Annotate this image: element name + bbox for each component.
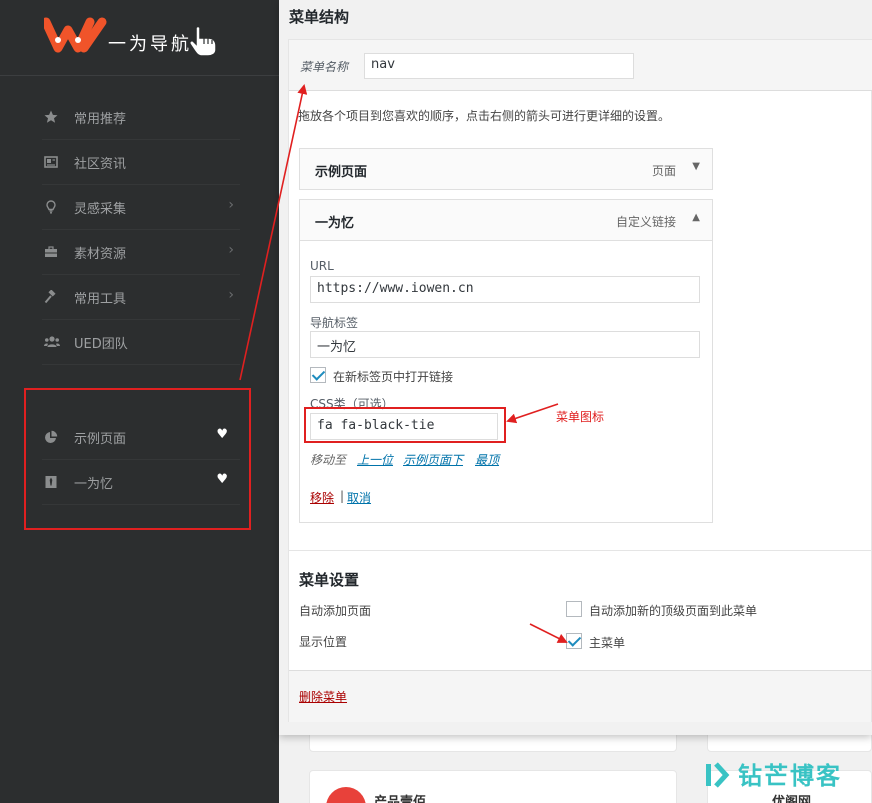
sidebar-item-assets[interactable]: 素材资源 › — [42, 230, 240, 275]
logo-text: 一为导航 — [108, 34, 192, 55]
page-title: 菜单结构 — [289, 8, 350, 26]
primary-menu-checkbox[interactable] — [566, 633, 582, 649]
star-icon — [44, 109, 60, 125]
watermark: 钻芒博客 — [704, 756, 864, 796]
remove-link[interactable]: 移除 — [310, 489, 334, 506]
product-logo-icon — [326, 787, 366, 803]
link-separator: | — [340, 489, 345, 503]
sidebar-item-label: 社区资讯 — [74, 157, 127, 172]
menu-name-label: 菜单名称 — [300, 60, 349, 74]
url-input[interactable]: https://www.iowen.cn — [310, 276, 700, 303]
annotation-menu-icon: 菜单图标 — [556, 410, 605, 424]
sidebar-item-recommend[interactable]: 常用推荐 — [42, 95, 240, 140]
sidebar-item-label: 常用推荐 — [74, 112, 127, 127]
instructions-text: 拖放各个项目到您喜欢的顺序，点击右侧的箭头可进行更详细的设置。 — [298, 109, 671, 123]
cancel-link[interactable]: 取消 — [347, 489, 371, 506]
sidebar-item-news[interactable]: 社区资讯 — [42, 140, 240, 185]
location-label: 显示位置 — [299, 635, 348, 649]
divider — [289, 550, 872, 551]
menu-name-bar: 菜单名称 nav — [289, 40, 872, 91]
site-logo[interactable]: 一为导航 — [0, 0, 279, 76]
new-tab-label: 在新标签页中打开链接 — [333, 370, 454, 384]
move-up-link[interactable]: 上一位 — [357, 451, 393, 468]
main-area: 产品壹佰 优阁网 菜单结构 菜单名称 nav 拖放各个项目到您喜欢的顺序，点击右… — [279, 0, 872, 803]
sidebar-item-label: UED团队 — [74, 337, 128, 352]
sidebar-item-label: 素材资源 — [74, 247, 127, 262]
auto-add-label: 自动添加页面 — [299, 604, 372, 618]
background-card[interactable]: 产品壹佰 — [309, 770, 677, 803]
newspaper-icon — [44, 154, 60, 170]
collapse-arrow-icon[interactable]: ▲ — [692, 212, 700, 223]
expand-arrow-icon[interactable]: ▼ — [692, 161, 700, 172]
primary-menu-option: 主菜单 — [589, 636, 626, 650]
briefcase-icon — [44, 244, 60, 260]
logo-mark-icon — [44, 17, 107, 53]
pointing-hand-icon — [189, 25, 217, 57]
watermark-logo-icon — [706, 762, 730, 788]
gavel-icon — [44, 289, 60, 305]
menu-item-sample-page[interactable]: 示例页面 页面 ▼ — [299, 148, 713, 190]
menu-item-title: 一为忆 — [315, 216, 355, 231]
menu-footer: 删除菜单 — [289, 670, 871, 722]
nav-label-input[interactable]: 一为忆 — [310, 331, 700, 358]
menu-name-input[interactable]: nav — [364, 53, 634, 79]
chevron-right-icon: › — [228, 287, 234, 303]
css-highlight-box — [304, 407, 506, 443]
move-to-label: 移动至 — [310, 453, 347, 467]
menu-settings-title: 菜单设置 — [299, 571, 360, 589]
highlight-box — [24, 388, 251, 530]
sidebar-item-label: 灵感采集 — [74, 202, 127, 217]
menu-item-title: 示例页面 — [315, 165, 368, 180]
menu-item-yiweiyi: 一为忆 自定义链接 ▲ URL https://www.iowen.cn 导航标… — [299, 199, 713, 523]
move-top-link[interactable]: 最顶 — [475, 451, 499, 468]
delete-menu-link[interactable]: 删除菜单 — [299, 688, 347, 705]
product-name: 产品壹佰 — [374, 795, 427, 803]
auto-add-option: 自动添加新的顶级页面到此菜单 — [589, 604, 758, 618]
menu-item-header[interactable]: 一为忆 自定义链接 ▲ — [300, 200, 712, 241]
menu-structure-panel: 菜单结构 菜单名称 nav 拖放各个项目到您喜欢的顺序，点击右侧的箭头可进行更详… — [279, 0, 872, 735]
nav-label-label: 导航标签 — [310, 316, 359, 330]
watermark-text: 钻芒博客 — [738, 762, 842, 790]
menu-item-type: 自定义链接 — [615, 215, 676, 229]
sidebar: 一为导航 常用推荐 社区资讯 灵感采集 › 素材资源 › 常用工具 › UED团… — [0, 0, 279, 803]
new-tab-checkbox[interactable] — [310, 367, 326, 383]
sidebar-item-tools[interactable]: 常用工具 › — [42, 275, 240, 320]
menu-item-header[interactable]: 示例页面 页面 ▼ — [300, 149, 712, 190]
url-label: URL — [310, 259, 334, 273]
move-under-link[interactable]: 示例页面下 — [403, 451, 463, 468]
chevron-right-icon: › — [228, 197, 234, 213]
users-icon — [44, 334, 60, 350]
lightbulb-icon — [44, 199, 60, 215]
sidebar-item-label: 常用工具 — [74, 292, 127, 307]
menu-item-type: 页面 — [651, 164, 676, 178]
chevron-right-icon: › — [228, 242, 234, 258]
menu-edit-box: 菜单名称 nav 拖放各个项目到您喜欢的顺序，点击右侧的箭头可进行更详细的设置。… — [288, 39, 872, 722]
sidebar-item-ued-team[interactable]: UED团队 — [42, 320, 240, 365]
sidebar-item-inspiration[interactable]: 灵感采集 › — [42, 185, 240, 230]
auto-add-checkbox[interactable] — [566, 601, 582, 617]
